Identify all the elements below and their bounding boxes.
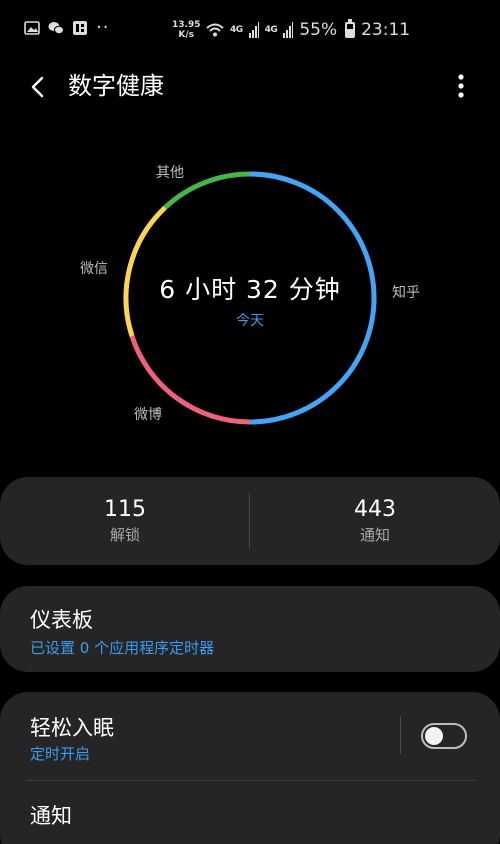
battery-icon — [345, 19, 356, 38]
stats-card: 115 解锁 443 通知 — [0, 477, 500, 565]
notifications-label: 通知 — [359, 526, 390, 544]
back-arrow-icon[interactable] — [22, 70, 56, 104]
wifi-icon — [206, 23, 224, 37]
dashboard-subtitle: 已设置 0 个应用程序定时器 — [30, 639, 215, 657]
signal-4g-label-1: 4G — [230, 25, 243, 35]
unlocks-label: 解锁 — [109, 526, 140, 544]
status-bar: ·· 13.95 K/s 4G 4G 55% 23:11 — [0, 0, 500, 60]
app-notification-icon — [73, 21, 87, 35]
wind-down-toggle[interactable] — [421, 723, 467, 749]
signal-bars-icon-2 — [283, 22, 294, 38]
wechat-icon — [48, 22, 64, 35]
network-speed-unit: K/s — [178, 30, 195, 40]
chart-label-zhihu[interactable]: 知乎 — [392, 282, 420, 302]
notifications-count: 443 — [354, 497, 396, 522]
notifications-row-title[interactable]: 通知 — [30, 800, 72, 830]
gallery-icon — [24, 21, 40, 35]
unlocks-stat[interactable]: 115 解锁 — [0, 497, 250, 545]
screen-time-period: 今天 — [236, 313, 264, 329]
screen-time-total: 6 小时 32 分钟 — [159, 275, 341, 304]
toggle-divider — [400, 716, 401, 754]
row-divider — [26, 780, 476, 781]
more-notifications-icon: ·· — [96, 17, 110, 38]
app-header: 数字健康 — [0, 60, 500, 112]
wind-down-subtitle: 定时开启 — [30, 745, 91, 763]
dashboard-card[interactable]: 仪表板 已设置 0 个应用程序定时器 — [0, 586, 500, 672]
network-speed: 13.95 K/s — [172, 20, 200, 40]
notifications-stat[interactable]: 443 通知 — [250, 497, 500, 545]
page-title: 数字健康 — [68, 72, 164, 100]
settings-card: 轻松入眠 定时开启 通知 — [0, 692, 500, 844]
signal-bars-icon-1 — [248, 22, 259, 38]
unlocks-count: 115 — [104, 497, 146, 522]
wind-down-title: 轻松入眠 — [30, 716, 114, 740]
signal-4g-label-2: 4G — [264, 25, 278, 35]
chart-label-other[interactable]: 其他 — [156, 162, 184, 182]
dashboard-title: 仪表板 — [30, 608, 93, 632]
more-options-icon[interactable] — [448, 70, 474, 102]
battery-percent: 55% — [299, 20, 338, 40]
status-left-icons: ·· — [24, 17, 112, 38]
chart-center: 6 小时 32 分钟 今天 — [0, 270, 500, 330]
toggle-knob — [425, 727, 443, 745]
clock: 23:11 — [361, 20, 411, 40]
usage-chart[interactable]: 6 小时 32 分钟 今天 知乎 微博 微信 其他 — [0, 140, 500, 460]
chart-label-weibo[interactable]: 微博 — [134, 404, 162, 424]
chart-label-wechat[interactable]: 微信 — [80, 258, 108, 278]
status-right-icons: 4G 4G 55% 23:11 — [206, 19, 411, 40]
network-speed-value: 13.95 — [172, 20, 201, 30]
